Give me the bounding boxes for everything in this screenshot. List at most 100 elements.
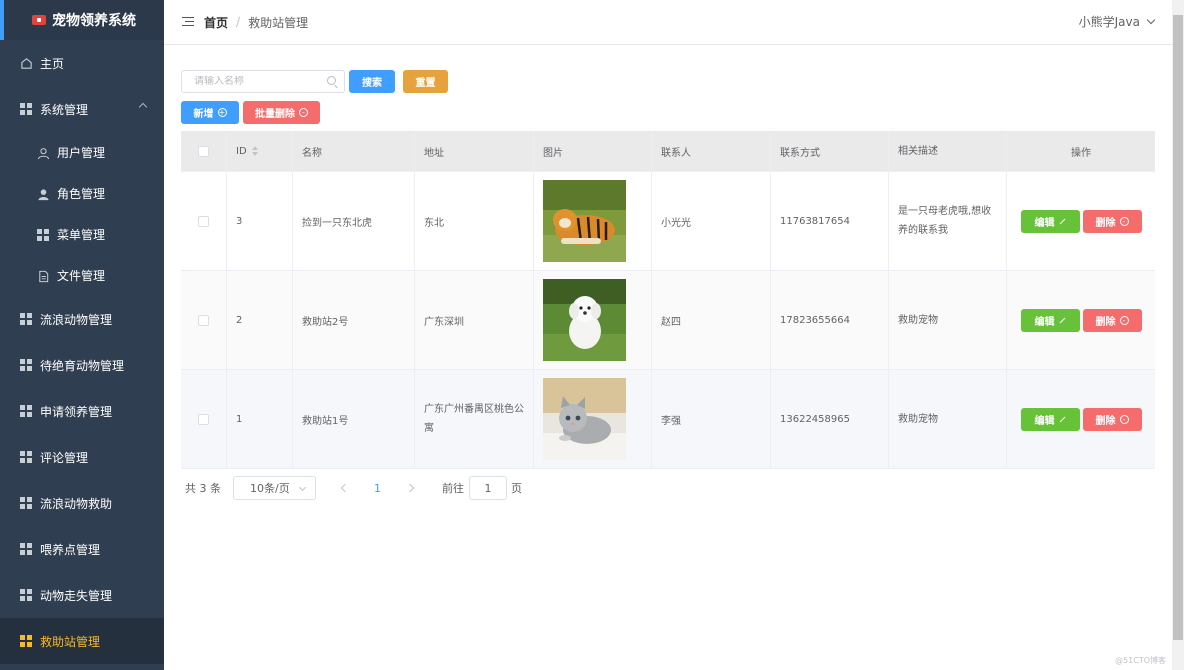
grid-icon: [20, 359, 32, 371]
white-dog-image: [543, 279, 626, 361]
sidebar-item-users[interactable]: 用户管理: [0, 132, 164, 173]
sidebar-item-stray-animals[interactable]: 流浪动物管理: [0, 296, 164, 342]
edit-button[interactable]: 编辑: [1020, 308, 1080, 332]
search-input[interactable]: [194, 76, 314, 87]
select-all-checkbox[interactable]: [198, 145, 209, 157]
grid-icon: [20, 405, 32, 417]
sidebar-accent: [0, 0, 4, 40]
breadcrumb: 首页 / 救助站管理: [204, 14, 308, 31]
edit-button-label: 编辑: [1034, 316, 1055, 328]
sidebar-item-lost[interactable]: 动物走失管理: [0, 572, 164, 618]
reset-button[interactable]: 重置: [403, 70, 448, 93]
batch-delete-button[interactable]: 批量删除 -: [243, 101, 320, 124]
delete-button-label: 删除: [1095, 415, 1116, 427]
sidebar-item-roles[interactable]: 角色管理: [0, 173, 164, 214]
sidebar-item-sterilization[interactable]: 待绝育动物管理: [0, 342, 164, 388]
sidebar-item-rescue-station[interactable]: 救助站管理: [0, 618, 164, 664]
delete-button[interactable]: 删除 -: [1082, 308, 1142, 332]
chevron-down-icon: [298, 483, 307, 492]
row-checkbox[interactable]: [198, 413, 209, 425]
next-page-icon[interactable]: [405, 483, 415, 493]
sidebar: 宠物领养系统 主页 系统管理 用户管理 角色管理 菜单管理 文件管理 流浪动物管…: [0, 0, 164, 670]
plus-circle-icon: +: [217, 108, 227, 117]
page-unit-label: 页: [511, 482, 522, 495]
sidebar-item-label: 申请领养管理: [40, 404, 113, 419]
cell-description: 救助宠物: [889, 370, 1007, 468]
menu-fold-icon[interactable]: [182, 17, 194, 27]
sidebar-item-adoption[interactable]: 申请领养管理: [0, 388, 164, 434]
grid-icon: [20, 313, 32, 325]
role-icon: [37, 188, 49, 200]
header: 首页 / 救助站管理 小熊学Java: [164, 0, 1172, 45]
goto-page-input[interactable]: 1: [469, 476, 507, 500]
sort-icon[interactable]: [251, 146, 258, 156]
cell-actions: 编辑 删除 -: [1007, 370, 1155, 468]
search-button[interactable]: 搜索: [349, 70, 395, 93]
column-header-label: 联系人: [661, 147, 691, 159]
row-checkbox[interactable]: [198, 215, 209, 227]
app-logo: 宠物领养系统: [0, 0, 164, 40]
delete-button-label: 删除: [1095, 316, 1116, 328]
sidebar-item-feeding[interactable]: 喂养点管理: [0, 526, 164, 572]
add-button-label: 新增: [193, 109, 214, 120]
scrollbar[interactable]: [1172, 0, 1184, 670]
column-header-id[interactable]: ID: [227, 131, 293, 171]
page-number-current[interactable]: 1: [374, 482, 381, 495]
file-icon: [37, 270, 49, 282]
column-header-label: 相关描述: [898, 145, 938, 157]
search-input-wrapper[interactable]: [181, 70, 345, 93]
user-icon: [37, 147, 50, 159]
column-header-image: 图片: [534, 131, 652, 171]
table-row: 2 救助站2号 广东深圳 赵四 17823655664 救助宠物 编辑 删除 -: [181, 270, 1155, 369]
sidebar-item-label: 角色管理: [57, 187, 106, 201]
add-button[interactable]: 新增 +: [181, 101, 239, 124]
breadcrumb-home[interactable]: 首页: [204, 14, 228, 31]
sidebar-item-label: 文件管理: [57, 269, 106, 283]
page-size-select[interactable]: 10条/页: [233, 476, 316, 500]
edit-button[interactable]: 编辑: [1020, 407, 1080, 431]
breadcrumb-separator: /: [236, 15, 241, 29]
grid-icon: [20, 497, 32, 509]
row-checkbox-cell: [181, 370, 227, 468]
kitten-image: [543, 378, 626, 460]
cell-description: 救助宠物: [889, 271, 1007, 369]
cell-description: 是一只母老虎哦,想收养的联系我: [889, 172, 1007, 270]
home-icon: [20, 57, 32, 69]
column-header-actions: 操作: [1007, 131, 1155, 171]
tiger-image: [543, 180, 626, 262]
cell-actions: 编辑 删除 -: [1007, 271, 1155, 369]
data-table: ID 名称 地址 图片 联系人 联系方式 相关描述 操作 3 捡到一只东北虎 东…: [181, 131, 1155, 469]
row-checkbox-cell: [181, 172, 227, 270]
page-size-value: 10条/页: [250, 482, 290, 495]
sidebar-item-files[interactable]: 文件管理: [0, 255, 164, 296]
cell-phone: 13622458965: [771, 370, 889, 468]
grid-icon: [20, 635, 32, 647]
cell-address: 东北: [415, 172, 534, 270]
user-menu[interactable]: 小熊学Java: [1079, 13, 1156, 30]
prev-page-icon[interactable]: [340, 483, 350, 493]
sidebar-item-home[interactable]: 主页: [0, 40, 164, 86]
delete-button[interactable]: 删除 -: [1082, 407, 1142, 431]
cell-name: 捡到一只东北虎: [293, 172, 415, 270]
sidebar-item-comments[interactable]: 评论管理: [0, 434, 164, 480]
sidebar-item-rescue[interactable]: 流浪动物救助: [0, 480, 164, 526]
grid-icon: [20, 589, 32, 601]
column-header-label: 操作: [1071, 147, 1091, 159]
edit-button[interactable]: 编辑: [1020, 209, 1080, 233]
cell-address: 广东深圳: [415, 271, 534, 369]
pagination-total: 共 3 条: [185, 482, 221, 495]
cell-name: 救助站2号: [293, 271, 415, 369]
header-checkbox-cell: [181, 131, 227, 171]
delete-button[interactable]: 删除 -: [1082, 209, 1142, 233]
cell-id: 3: [227, 172, 293, 270]
pagination: 共 3 条 10条/页 1 前往 1 页: [185, 476, 522, 500]
scrollbar-thumb[interactable]: [1173, 15, 1183, 640]
table-header: ID 名称 地址 图片 联系人 联系方式 相关描述 操作: [181, 131, 1155, 171]
sidebar-item-label: 菜单管理: [57, 228, 106, 242]
row-checkbox[interactable]: [198, 314, 209, 326]
edit-icon: [1059, 218, 1065, 224]
sidebar-item-system[interactable]: 系统管理: [0, 86, 164, 132]
column-header-label: 名称: [302, 147, 322, 159]
sidebar-item-menus[interactable]: 菜单管理: [0, 214, 164, 255]
sidebar-item-label: 喂养点管理: [40, 542, 101, 557]
